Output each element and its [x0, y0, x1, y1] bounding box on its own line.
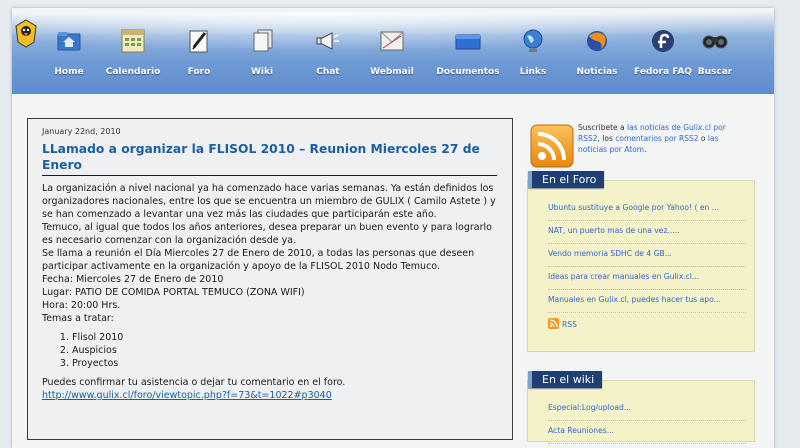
forum-list: Ubuntu sustituye a Google por Yahoo! ( e…: [548, 201, 746, 340]
nav-home[interactable]: Home: [34, 28, 104, 78]
post-paragraph: La organización a nivel nacional ya ha c…: [42, 183, 496, 220]
wiki-list: Especial:Log/upload... Acta Reuniones...: [548, 401, 746, 447]
subscribe-sep: , los: [597, 134, 616, 143]
post-paragraph: Puedes confirmar tu asistencia o dejar t…: [42, 377, 346, 388]
nav-wiki[interactable]: Wiki: [227, 28, 297, 78]
forum-widget: En el Foro Ubuntu sustituye a Google por…: [527, 171, 755, 352]
nav-foro[interactable]: Foro: [164, 28, 234, 78]
nav-documentos[interactable]: Documentos: [433, 28, 503, 78]
subscribe-suffix: .: [644, 145, 647, 154]
rss-label: RSS: [562, 320, 577, 329]
nav-label: Foro: [187, 67, 211, 77]
wiki-widget: En el wiki Especial:Log/upload... Acta R…: [527, 371, 755, 444]
calendar-icon: [121, 29, 145, 53]
post-paragraph: Temuco, al igual que todos los años ante…: [42, 222, 492, 246]
list-item[interactable]: Ubuntu sustituye a Google por Yahoo! ( e…: [548, 201, 746, 221]
widget-title: En el Foro: [528, 171, 605, 188]
nav-label: Wiki: [250, 67, 274, 77]
forum-link[interactable]: http://www.gulix.cl/foro/viewtopic.php?f…: [42, 390, 332, 401]
post-paragraph: Lugar: PATIO DE COMIDA PORTAL TEMUCO (ZO…: [42, 287, 305, 298]
nav-buscar[interactable]: Buscar: [680, 28, 750, 78]
topics-list: Flisol 2010 Auspicios Proyectos: [42, 331, 504, 370]
firefox-icon: [587, 31, 607, 51]
nav-calendario[interactable]: Calendario: [98, 28, 168, 78]
post-date: January 22nd, 2010: [42, 127, 121, 136]
home-icon: [57, 32, 81, 51]
nav-chat[interactable]: Chat: [293, 28, 363, 78]
nav-label: Documentos: [436, 67, 500, 77]
nav-label: Webmail: [370, 67, 414, 77]
nav-label: Calendario: [105, 67, 161, 77]
list-item[interactable]: Manuales en Gulix.cl, puedes hacer tus a…: [548, 293, 746, 313]
forum-rss-link[interactable]: RSS: [548, 316, 746, 337]
binoculars-icon: [702, 35, 728, 49]
documents-icon: [253, 29, 273, 52]
nav-label: Links: [519, 67, 547, 77]
rss-icon: [548, 318, 559, 329]
nav-noticias[interactable]: Noticias: [562, 28, 632, 78]
post-body: La organización a nivel nacional ya ha c…: [42, 182, 504, 402]
post-paragraph: Se llama a reunión el Día Miercoles 27 d…: [42, 248, 475, 272]
post-paragraph: Hora: 20:00 Hrs.: [42, 300, 121, 311]
nav-label: Chat: [316, 67, 340, 77]
nav-webmail[interactable]: Webmail: [357, 28, 427, 78]
blog-post: January 22nd, 2010 LLamado a organizar l…: [27, 118, 513, 440]
subscribe-prefix: Suscribete a: [578, 123, 628, 132]
post-paragraph: Temas a tratar:: [42, 313, 114, 324]
post-title[interactable]: LLamado a organizar la FLISOL 2010 – Reu…: [42, 141, 497, 173]
title-divider: [42, 175, 497, 176]
nav-links[interactable]: Links: [498, 28, 568, 78]
rss2-comments-link[interactable]: comentarios por RSS2: [615, 134, 698, 143]
fedora-icon: [652, 30, 674, 52]
subscribe-sep: o: [698, 134, 708, 143]
list-item: Flisol 2010: [72, 331, 504, 344]
folder-icon: [455, 34, 481, 50]
subscribe-text: Suscribete a las noticias de Gulix.cl po…: [578, 122, 748, 155]
list-item[interactable]: Especial:Log/upload...: [548, 401, 746, 421]
megaphone-icon: [316, 32, 339, 50]
nav-label: Noticias: [576, 67, 618, 77]
list-item: Auspicios: [72, 344, 504, 357]
nav-label: Buscar: [697, 67, 733, 77]
post-paragraph: Fecha: Miercoles 27 de Enero de 2010: [42, 274, 224, 285]
list-item: Proyectos: [72, 357, 504, 370]
list-item[interactable]: Ideas para crear manuales en Gulix.cl...: [548, 270, 746, 290]
nav-label: Home: [54, 67, 84, 77]
list-item[interactable]: NAT, un puerto mas de una vez.....: [548, 224, 746, 244]
widget-title: En el wiki: [528, 371, 603, 388]
globe-icon: [523, 29, 543, 52]
pencil-icon: [189, 30, 208, 53]
list-item[interactable]: Acta Reuniones...: [548, 424, 746, 444]
rss-feed-icon[interactable]: [530, 124, 574, 168]
mail-icon: [380, 31, 404, 51]
list-item[interactable]: Vendo memoria SDHC de 4 GB...: [548, 247, 746, 267]
main-navigation: Home Calendario Foro Wiki Chat Webmail D…: [12, 12, 774, 94]
